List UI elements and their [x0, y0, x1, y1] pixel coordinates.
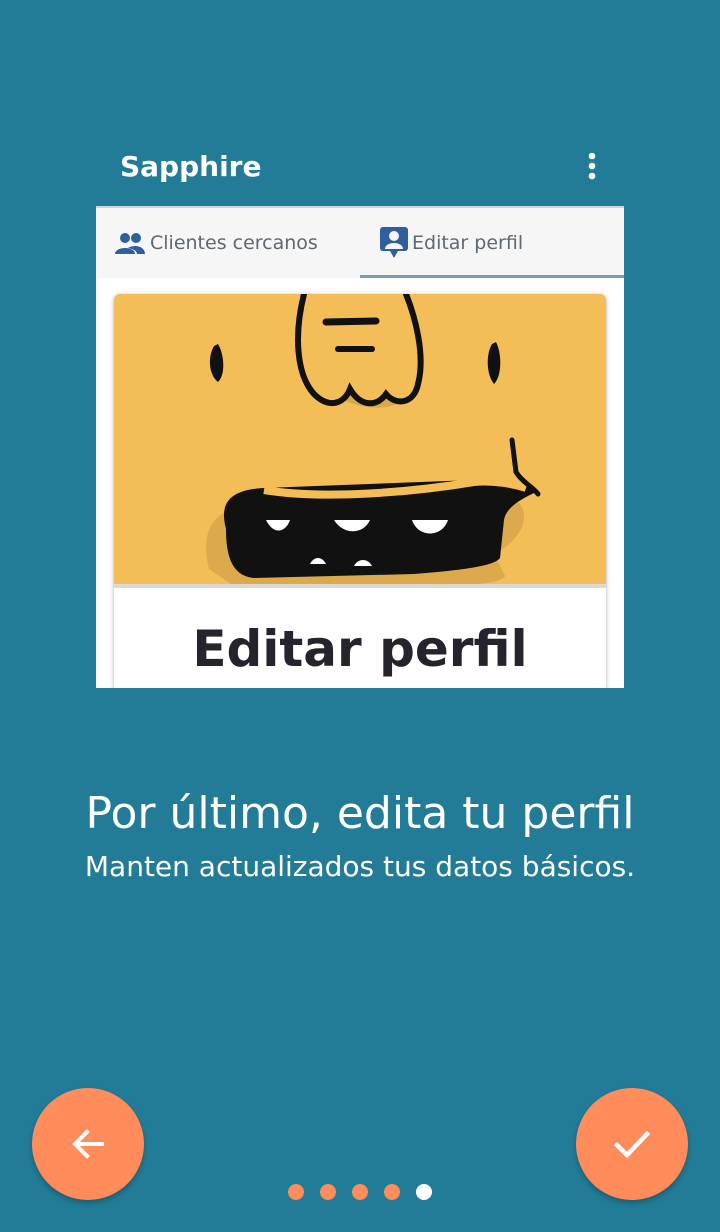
people-icon — [115, 233, 145, 254]
check-icon — [613, 1130, 651, 1159]
edit-profile-card: Editar perfil — [114, 294, 606, 688]
slide-subtitle: Manten actualizados tus datos básicos. — [84, 850, 636, 883]
tab-bar: Clientes cercanos Editar perfil — [96, 206, 624, 278]
preview-app-bar: Sapphire — [96, 128, 624, 206]
slide-headline: Por último, edita tu perfil — [85, 788, 635, 839]
monster-illustration — [114, 294, 606, 588]
page-dot — [352, 1184, 368, 1200]
app-preview: Clientes cercanos Editar perfil Editar p… — [96, 206, 624, 688]
page-dot — [384, 1184, 400, 1200]
arrow-back-icon — [72, 1129, 104, 1159]
page-dot — [416, 1184, 432, 1200]
page-dot — [288, 1184, 304, 1200]
tab-edit-profile: Editar perfil — [360, 208, 624, 278]
done-button[interactable] — [576, 1088, 688, 1200]
more-vert-icon — [588, 152, 596, 180]
tab-edit-profile-label: Editar perfil — [412, 232, 524, 254]
tab-nearby-clients: Clientes cercanos — [114, 208, 360, 278]
page-dot — [320, 1184, 336, 1200]
back-button[interactable] — [32, 1088, 144, 1200]
tab-nearby-clients-label: Clientes cercanos — [150, 232, 318, 254]
account-box-icon — [380, 227, 408, 258]
page-indicator — [288, 1184, 432, 1200]
card-title: Editar perfil — [192, 620, 528, 678]
tab-indicator — [360, 275, 624, 278]
app-title: Sapphire — [120, 150, 262, 183]
